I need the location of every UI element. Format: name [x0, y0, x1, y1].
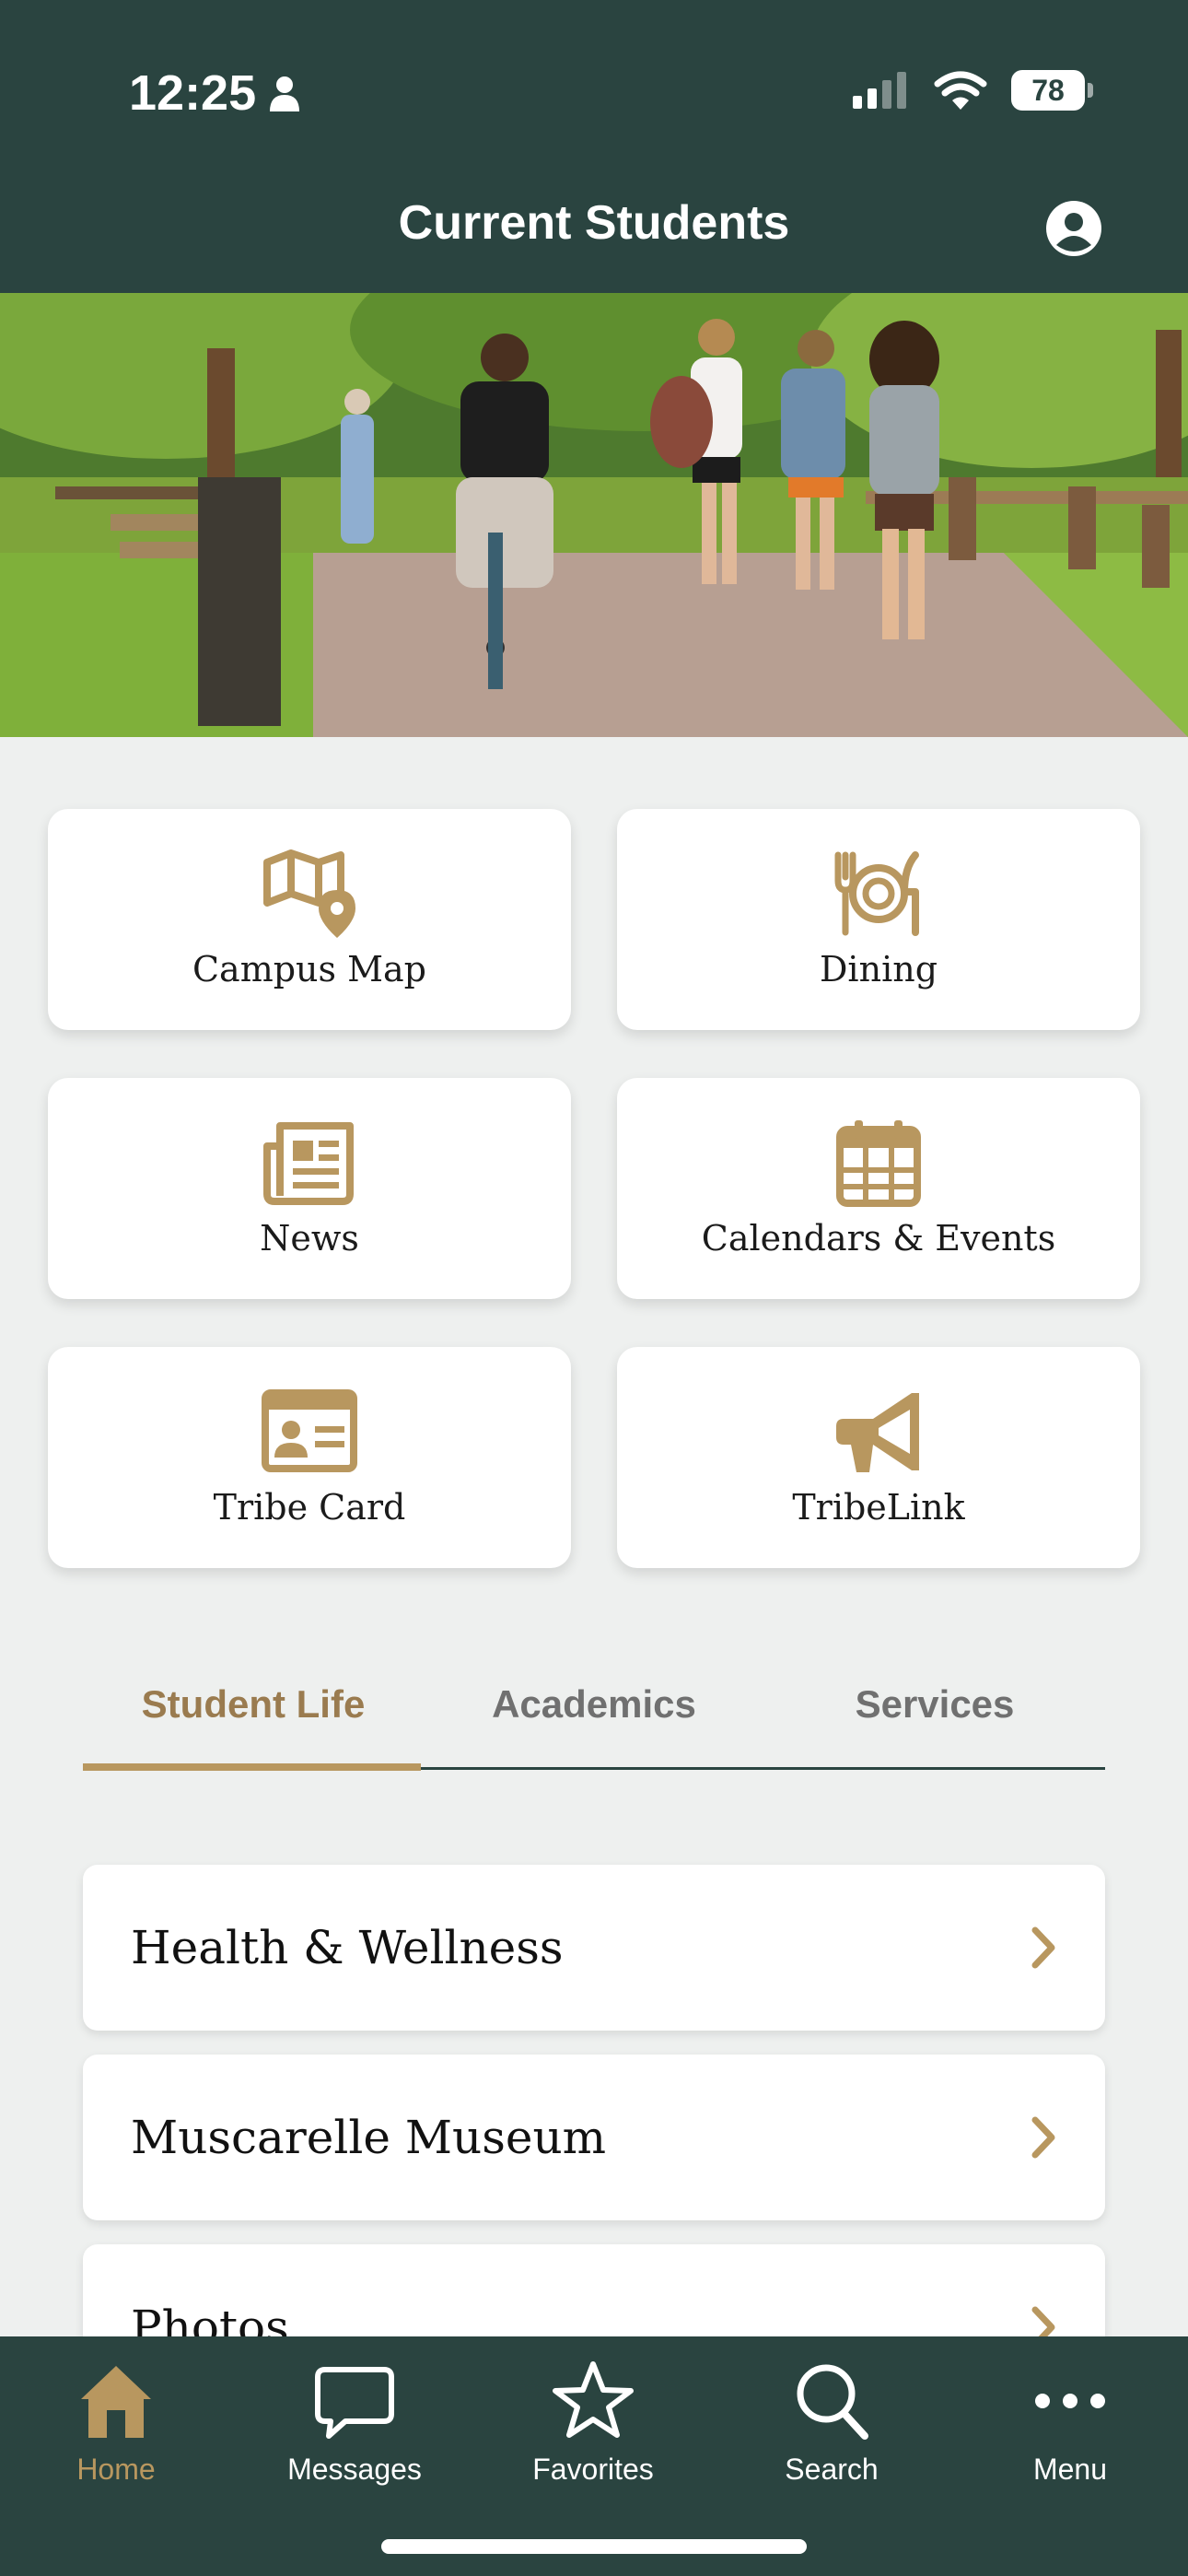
- tabbar-label: Favorites: [532, 2453, 654, 2486]
- search-icon: [797, 2364, 868, 2440]
- tabbar-favorites[interactable]: Favorites: [501, 2357, 685, 2495]
- more-icon: [1035, 2394, 1105, 2408]
- dining-tile[interactable]: Dining: [617, 809, 1140, 1030]
- chevron-right-icon: [1031, 2116, 1055, 2159]
- category-tabs: Student Life Academics Services: [83, 1658, 1105, 1771]
- tab-academics[interactable]: Academics: [424, 1658, 764, 1751]
- tabbar-label: Home: [76, 2453, 156, 2486]
- chevron-right-icon: [1031, 1926, 1055, 1969]
- wifi-icon: [934, 71, 987, 110]
- tabbar-label: Menu: [1032, 2453, 1108, 2486]
- tile-label: News: [260, 1218, 359, 1259]
- active-tab-indicator: [83, 1763, 421, 1771]
- battery-indicator: 78: [1011, 70, 1093, 111]
- tabbar-menu[interactable]: Menu: [978, 2357, 1162, 2495]
- campus-map-tile[interactable]: Campus Map: [48, 809, 571, 1030]
- id-card-icon: [262, 1389, 357, 1472]
- hero-image: [0, 293, 1188, 737]
- list-item-muscarelle-museum[interactable]: Muscarelle Museum: [83, 2055, 1105, 2220]
- star-icon: [553, 2361, 634, 2438]
- home-icon: [81, 2366, 151, 2438]
- status-bar-time: 12:25: [129, 64, 300, 122]
- home-indicator: [381, 2539, 807, 2554]
- tabbar-label: Search: [785, 2453, 879, 2486]
- news-tile[interactable]: News: [48, 1078, 571, 1299]
- tribe-card-tile[interactable]: Tribe Card: [48, 1347, 571, 1568]
- tile-label: Calendars & Events: [701, 1218, 1056, 1259]
- signal-icon: [853, 72, 906, 109]
- messages-icon: [315, 2367, 394, 2439]
- list-item-label: Health & Wellness: [131, 1921, 564, 1974]
- list-item-health-wellness[interactable]: Health & Wellness: [83, 1865, 1105, 2031]
- tabbar-messages[interactable]: Messages: [262, 2357, 447, 2495]
- calendars-events-tile[interactable]: Calendars & Events: [617, 1078, 1140, 1299]
- campus-scene-illustration: [0, 293, 1188, 737]
- status-indicators: 78: [853, 70, 1093, 111]
- tribelink-tile[interactable]: TribeLink: [617, 1347, 1140, 1568]
- dining-plate-icon: [834, 851, 919, 936]
- person-status-icon: [270, 76, 300, 111]
- megaphone-icon: [836, 1393, 919, 1472]
- page-title: Current Students: [398, 196, 790, 250]
- tabbar-search[interactable]: Search: [740, 2357, 924, 2495]
- map-pin-icon: [263, 849, 355, 938]
- list-item-label: Muscarelle Museum: [131, 2111, 607, 2164]
- tile-label: Campus Map: [192, 949, 427, 989]
- app-header: 12:25 78 Current Students: [0, 0, 1188, 293]
- tabbar-label: Messages: [287, 2453, 422, 2486]
- tab-services[interactable]: Services: [764, 1658, 1105, 1751]
- tile-label: Tribe Card: [213, 1487, 406, 1528]
- tabbar-home[interactable]: Home: [24, 2357, 208, 2495]
- newspaper-icon: [263, 1122, 354, 1205]
- profile-icon[interactable]: [1044, 199, 1103, 258]
- tab-student-life[interactable]: Student Life: [83, 1658, 424, 1751]
- calendar-icon: [836, 1120, 921, 1207]
- tile-label: TribeLink: [792, 1487, 965, 1528]
- tile-label: Dining: [819, 949, 938, 989]
